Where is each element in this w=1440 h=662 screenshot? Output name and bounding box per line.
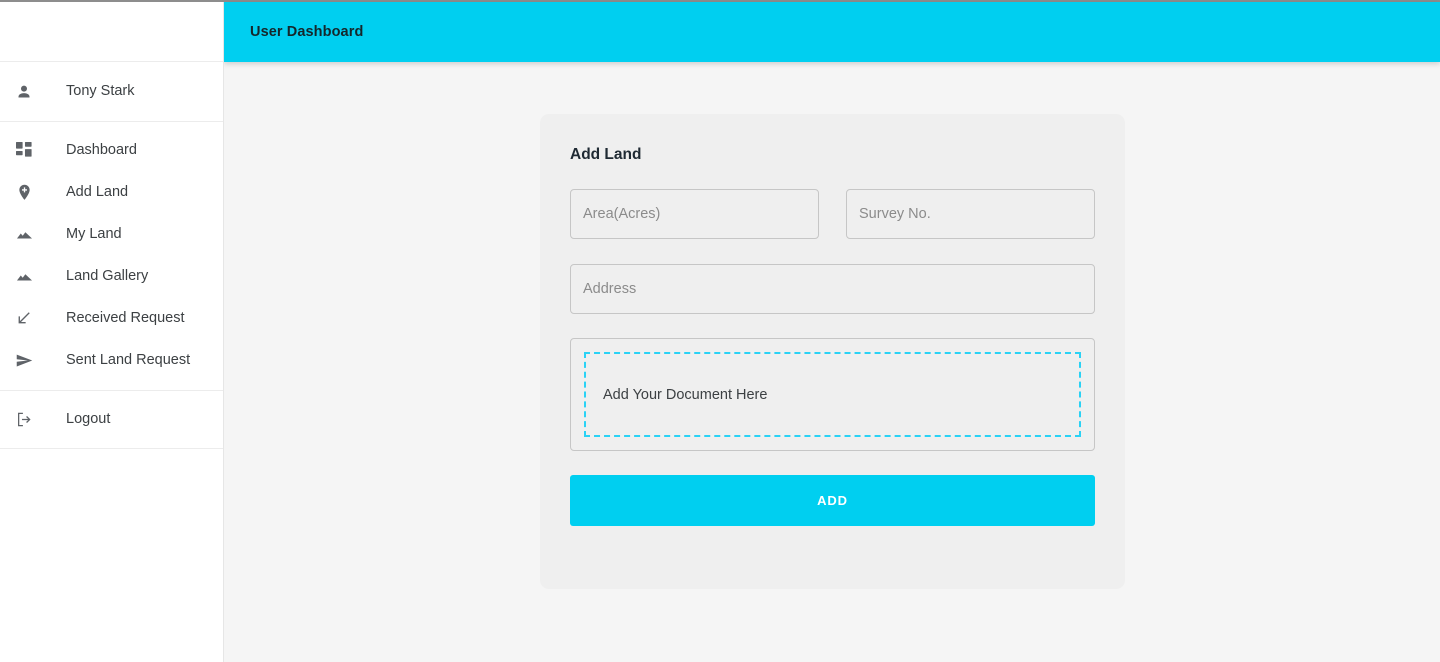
area-input[interactable] — [583, 206, 806, 222]
survey-no-input[interactable] — [859, 206, 1082, 222]
survey-field[interactable] — [846, 189, 1095, 239]
field-row-area-survey — [570, 189, 1095, 239]
sidebar: Tony Stark Dashboard Add Land My Land La… — [0, 2, 224, 662]
sidebar-item-dashboard[interactable]: Dashboard — [0, 129, 223, 171]
dropzone-label: Add Your Document Here — [603, 386, 768, 403]
document-dropzone[interactable]: Add Your Document Here — [584, 352, 1081, 437]
sidebar-item-label: Land Gallery — [66, 267, 149, 284]
sidebar-item-add-land[interactable]: Add Land — [0, 171, 223, 213]
add-button[interactable]: ADD — [570, 475, 1095, 526]
logout-icon — [12, 408, 36, 432]
terrain-icon — [12, 222, 36, 246]
sidebar-nav-group: Dashboard Add Land My Land Land Gallery … — [0, 129, 223, 391]
sidebar-item-label: Received Request — [66, 309, 185, 326]
address-field[interactable] — [570, 264, 1095, 314]
sidebar-user-name: Tony Stark — [66, 83, 135, 100]
app-root: Tony Stark Dashboard Add Land My Land La… — [0, 2, 1440, 662]
add-button-label: ADD — [817, 493, 848, 508]
sidebar-item-label: Dashboard — [66, 141, 137, 158]
sidebar-logout-group: Logout — [0, 391, 223, 449]
sidebar-item-sent-land-request[interactable]: Sent Land Request — [0, 339, 223, 381]
dashboard-grid-icon — [12, 138, 36, 162]
add-land-card: Add Land Add Your Document Here — [540, 114, 1125, 589]
main-content: User Dashboard Add Land Area(Acres) Surv… — [224, 2, 1440, 662]
location-pin-add-icon — [12, 180, 36, 204]
send-plane-icon — [12, 348, 36, 372]
sidebar-item-label: Sent Land Request — [66, 351, 191, 368]
sidebar-brand-area — [0, 2, 223, 62]
call-received-arrow-icon — [12, 306, 36, 330]
document-dropzone-container: Add Your Document Here — [570, 338, 1095, 451]
sidebar-item-logout[interactable]: Logout — [0, 391, 223, 448]
sidebar-item-my-land[interactable]: My Land — [0, 213, 223, 255]
sidebar-item-label: My Land — [66, 225, 122, 242]
page-body: Add Land Add Your Document Here — [224, 62, 1440, 662]
topbar: User Dashboard — [224, 2, 1440, 62]
card-title: Add Land — [570, 146, 642, 163]
area-field[interactable] — [570, 189, 819, 239]
sidebar-item-label: Logout — [66, 411, 111, 428]
sidebar-item-received-request[interactable]: Received Request — [0, 297, 223, 339]
address-input[interactable] — [583, 281, 1082, 297]
sidebar-item-user-profile[interactable]: Tony Stark — [0, 62, 223, 121]
page-title: User Dashboard — [250, 24, 364, 40]
terrain-icon — [12, 264, 36, 288]
sidebar-item-land-gallery[interactable]: Land Gallery — [0, 255, 223, 297]
sidebar-user-group: Tony Stark — [0, 62, 223, 122]
person-icon — [12, 80, 36, 104]
sidebar-item-label: Add Land — [66, 183, 129, 200]
